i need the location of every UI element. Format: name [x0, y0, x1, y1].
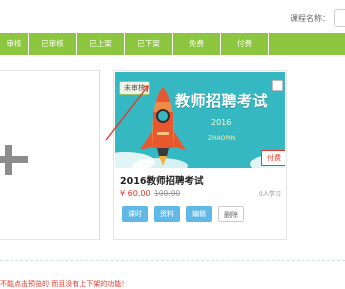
annotation-arrow-icon: [105, 85, 149, 141]
annotation-note: 不能点击预览的 而且没有上下架的功能！: [0, 280, 129, 288]
divider: [0, 260, 345, 261]
